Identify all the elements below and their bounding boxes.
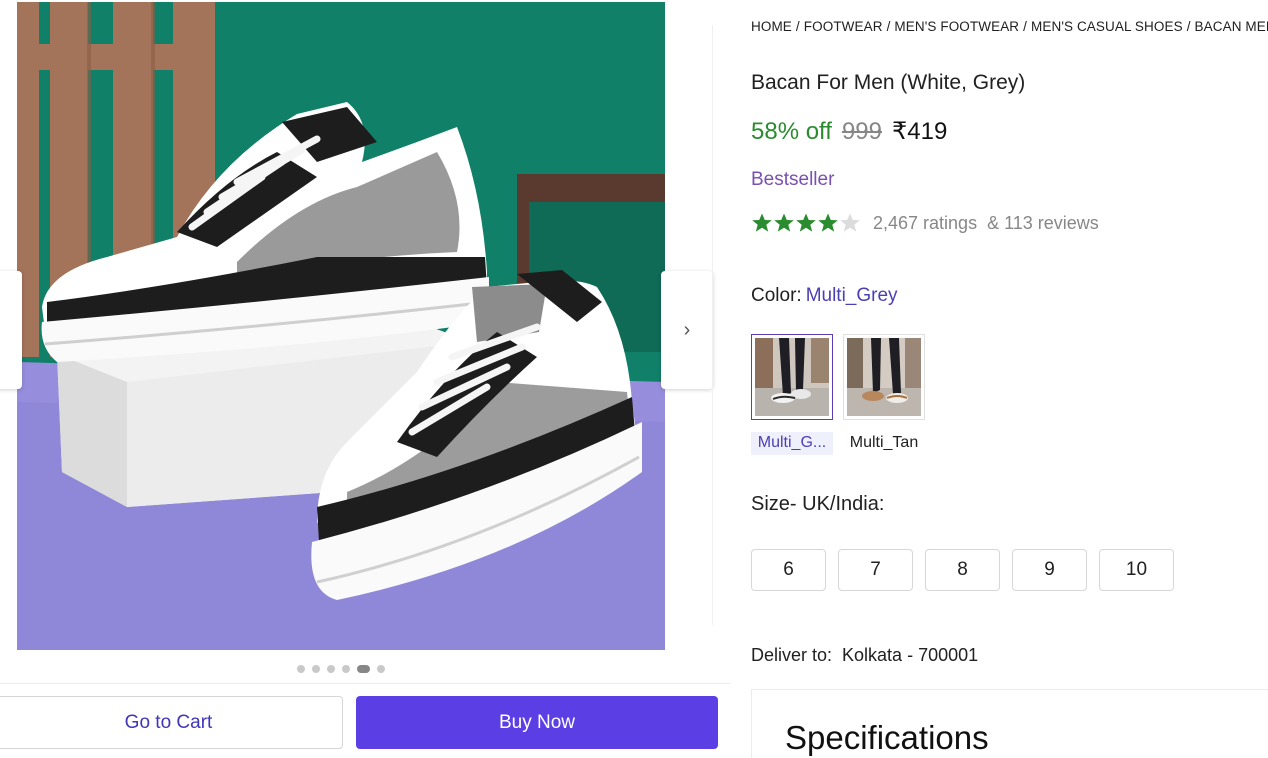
gallery-next-button[interactable]: › <box>661 271 713 389</box>
size-option-10[interactable]: 10 <box>1099 549 1174 591</box>
size-option-7[interactable]: 7 <box>838 549 913 591</box>
panel-divider <box>712 25 713 625</box>
price-row: 58% off 999 ₹419 <box>751 117 947 146</box>
color-swatch-thumbnail[interactable] <box>843 334 925 420</box>
delivery-info[interactable]: Deliver to: Kolkata - 700001 <box>751 645 978 666</box>
pagination-dot[interactable] <box>327 665 335 673</box>
breadcrumb-home[interactable]: HOME <box>751 19 792 34</box>
rating-row[interactable]: 2,467 ratings & 113 reviews <box>751 212 1099 234</box>
breadcrumb: HOME / FOOTWEAR / MEN'S FOOTWEAR / MEN'S CASUA… <box>751 19 1268 34</box>
deliver-to-label: Deliver to: <box>751 645 833 665</box>
selected-color: Multi_Grey <box>805 285 898 306</box>
color-swatches: Multi_G... Multi_Tan <box>751 334 925 455</box>
delivery-location[interactable]: Kolkata - 700001 <box>842 645 978 665</box>
ratings-count: 2,467 ratings <box>873 212 978 233</box>
star-icon <box>774 213 794 232</box>
action-bar: Go to Cart Buy Now <box>0 683 730 758</box>
image-gallery: ‹ › Go to Cart Buy Now <box>0 0 730 758</box>
color-swatch-multi-grey[interactable]: Multi_G... <box>751 334 833 455</box>
specifications-section: Specifications <box>751 689 1268 758</box>
pagination-dot[interactable] <box>357 665 370 673</box>
breadcrumb-mens-casual-shoes[interactable]: MEN'S CASUAL SHOES <box>1031 19 1183 34</box>
product-image[interactable] <box>17 2 665 650</box>
star-icon <box>796 213 816 232</box>
color-swatch-multi-tan[interactable]: Multi_Tan <box>843 334 925 455</box>
star-rating <box>751 212 861 234</box>
size-option-6[interactable]: 6 <box>751 549 826 591</box>
color-selector-label: Color: Multi_Grey <box>751 285 898 307</box>
size-option-9[interactable]: 9 <box>1012 549 1087 591</box>
bestseller-badge: Bestseller <box>751 169 835 190</box>
gallery-pagination <box>297 665 385 673</box>
breadcrumb-footwear[interactable]: FOOTWEAR <box>804 19 883 34</box>
go-to-cart-button[interactable]: Go to Cart <box>0 696 343 749</box>
buy-now-button[interactable]: Buy Now <box>356 696 718 749</box>
color-swatch-thumbnail[interactable] <box>751 334 833 420</box>
pagination-dot[interactable] <box>342 665 350 673</box>
product-title: Bacan For Men (White, Grey) <box>751 71 1026 94</box>
star-icon <box>840 213 860 232</box>
color-label: Color: <box>751 285 802 306</box>
star-icon <box>818 213 838 232</box>
size-label: Size- UK/India: <box>751 493 885 515</box>
color-swatch-name: Multi_Tan <box>849 434 919 451</box>
star-icon <box>752 213 772 232</box>
breadcrumb-mens-footwear[interactable]: MEN'S FOOTWEAR <box>894 19 1019 34</box>
size-option-8[interactable]: 8 <box>925 549 1000 591</box>
size-options: 6 7 8 9 10 <box>751 549 1174 591</box>
chevron-right-icon: › <box>683 318 691 341</box>
breadcrumb-current[interactable]: BACAN MEN'S <box>1195 19 1268 34</box>
gallery-prev-button[interactable]: ‹ <box>0 271 22 389</box>
original-price: 999 <box>841 118 882 145</box>
pagination-dot[interactable] <box>312 665 320 673</box>
product-details: HOME / FOOTWEAR / MEN'S FOOTWEAR / MEN'S CASUA… <box>751 0 1268 758</box>
pagination-dot[interactable] <box>377 665 385 673</box>
selling-price: ₹419 <box>892 118 948 145</box>
discount-percent: 58% off <box>751 118 832 145</box>
pagination-dot[interactable] <box>297 665 305 673</box>
color-swatch-name: Multi_G... <box>751 432 833 455</box>
specifications-heading[interactable]: Specifications <box>785 719 989 757</box>
reviews-count: & 113 reviews <box>987 212 1099 233</box>
